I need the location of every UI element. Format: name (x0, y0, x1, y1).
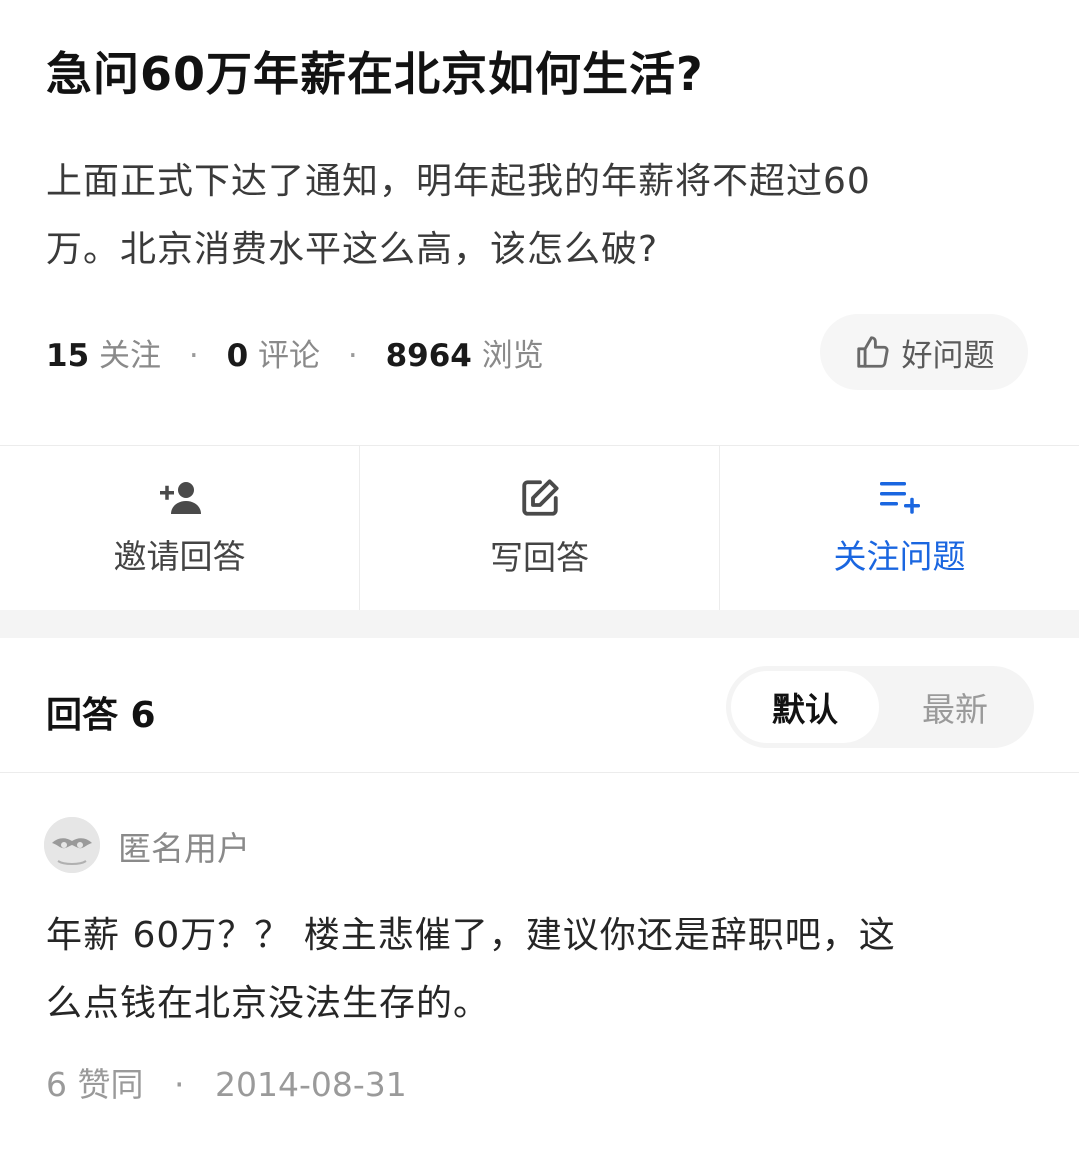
answer-date: 2014-08-31 (215, 1065, 407, 1104)
good-question-label: 好问题 (901, 337, 995, 374)
question-body-line: 上面正式下达了通知，明年起我的年薪将不超过60 (46, 161, 871, 202)
invite-user-icon (159, 482, 201, 514)
follow-count: 15 (46, 338, 90, 374)
comment-count: 0 (226, 338, 249, 374)
author-name[interactable]: 匿名用户 (118, 822, 250, 870)
answers-header: 回答 6 默认 最新 (0, 638, 1079, 773)
answer-body-line: 年薪 60万？？ 楼主悲催了，建议你还是辞职吧，这 (46, 915, 896, 956)
sort-toggle: 默认 最新 (726, 666, 1034, 748)
section-divider (0, 610, 1079, 638)
question-body-line: 万。北京消费水平这么高，该怎么破? (46, 229, 659, 270)
answer-body[interactable]: 年薪 60万？？ 楼主悲催了，建议你还是辞职吧，这 么点钱在北京没法生存的。 (46, 902, 1026, 1038)
question-body: 上面正式下达了通知，明年起我的年薪将不超过60 万。北京消费水平这么高，该怎么破… (46, 148, 1006, 284)
avatar[interactable] (44, 817, 100, 873)
invite-answer-button[interactable]: 邀请回答 (0, 446, 360, 610)
answer-item[interactable]: 匿名用户 年薪 60万？？ 楼主悲催了，建议你还是辞职吧，这 么点钱在北京没法生… (0, 772, 1079, 1170)
good-question-button[interactable]: 好问题 (820, 314, 1028, 390)
comment-label: 评论 (258, 338, 321, 374)
like-count: 6 赞同 (46, 1065, 144, 1104)
answers-count-title: 回答 6 (46, 695, 156, 736)
follow-list-icon (879, 482, 920, 514)
anonymous-avatar-icon (44, 817, 100, 873)
question-stats: 15 关注 · 0 评论 · 8964 浏览 (46, 330, 544, 375)
sort-latest-option[interactable]: 最新 (881, 671, 1029, 743)
question-section: 急问60万年薪在北京如何生活? 上面正式下达了通知，明年起我的年薪将不超过60 … (0, 0, 1079, 445)
view-count: 8964 (385, 338, 472, 374)
view-label: 浏览 (481, 338, 544, 374)
separator-dot: · (188, 338, 199, 374)
question-actions-bar: 邀请回答 写回答 关注问题 (0, 445, 1079, 611)
question-title: 急问60万年薪在北京如何生活? (46, 47, 704, 101)
answer-body-line: 么点钱在北京没法生存的。 (46, 983, 491, 1024)
follow-label: 关注 (99, 338, 161, 374)
separator-dot: · (347, 338, 358, 374)
answer-meta: 6 赞同 · 2014-08-31 (46, 1058, 407, 1106)
write-answer-label: 写回答 (490, 538, 589, 577)
thumbs-up-icon (856, 336, 889, 368)
invite-answer-label: 邀请回答 (113, 537, 246, 576)
write-answer-button[interactable]: 写回答 (360, 446, 720, 610)
edit-icon (521, 479, 559, 516)
separator-dot: · (174, 1065, 185, 1104)
follow-question-button[interactable]: 关注问题 (720, 446, 1079, 610)
sort-default-option[interactable]: 默认 (731, 671, 879, 743)
follow-question-label: 关注问题 (833, 537, 966, 576)
